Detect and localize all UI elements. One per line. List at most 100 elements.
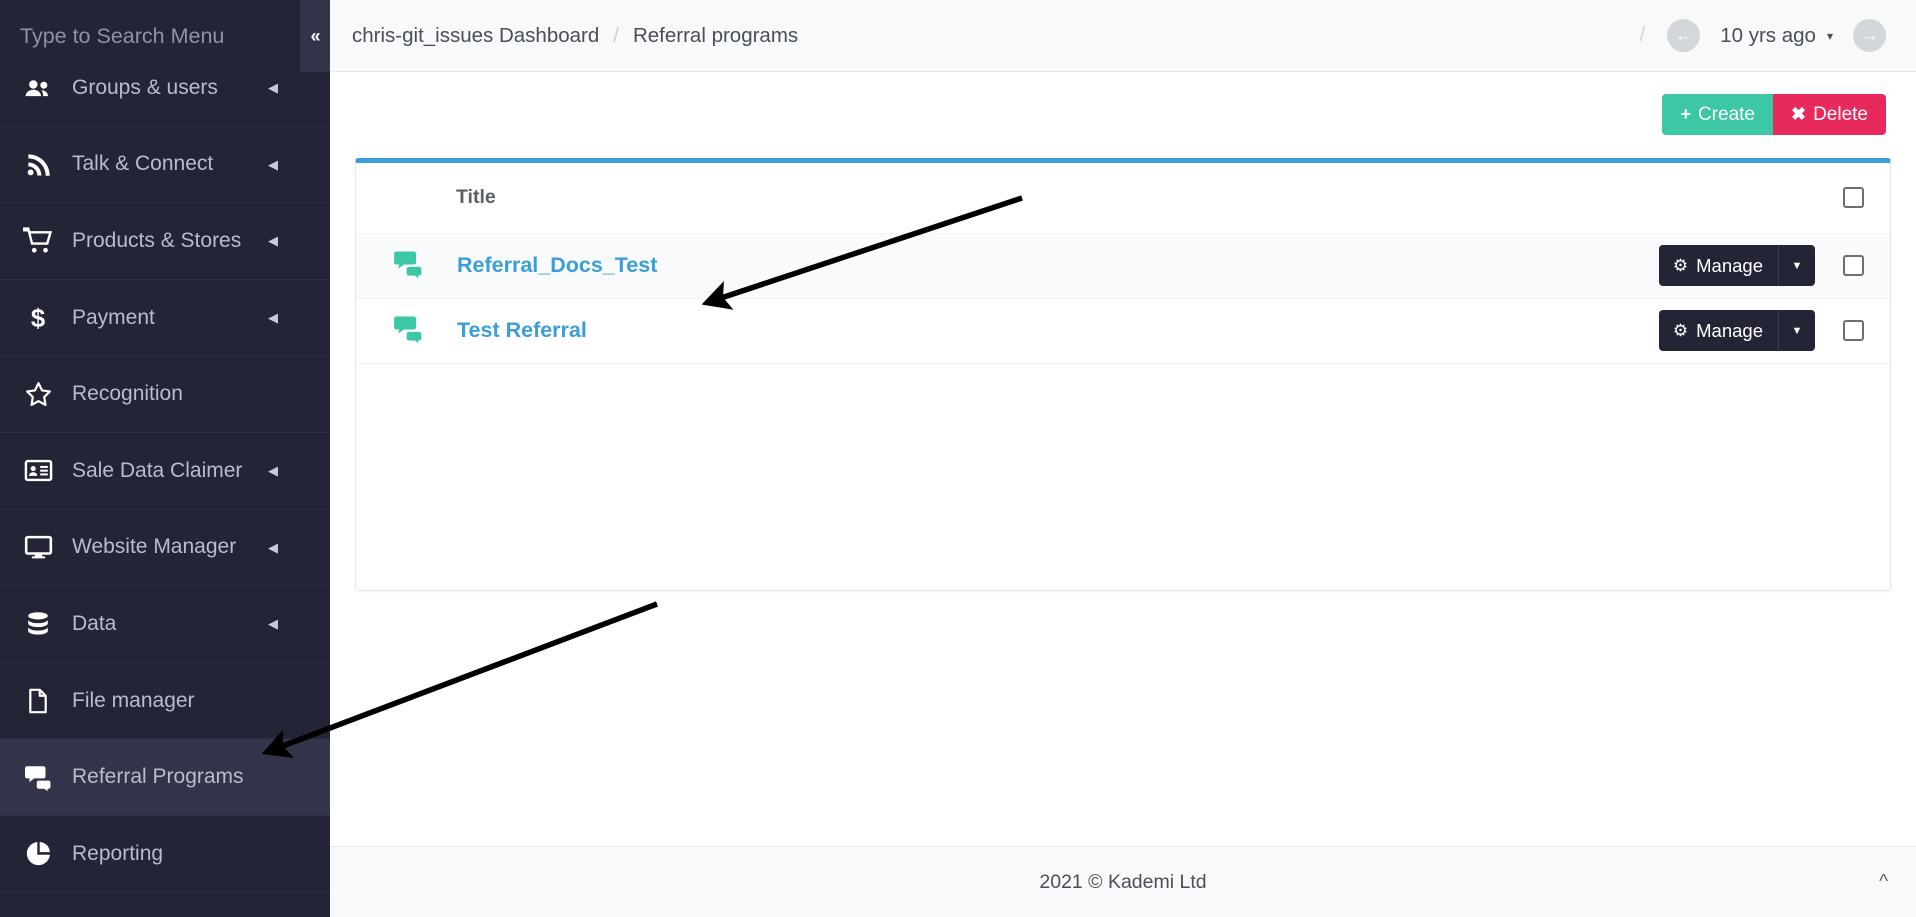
comments-icon xyxy=(392,251,424,286)
sidebar-collapse-button[interactable]: « xyxy=(300,0,330,72)
chevron-left-icon: ◀ xyxy=(268,539,278,555)
breadcrumb-separator: / xyxy=(613,23,619,47)
users-icon xyxy=(14,74,62,102)
breadcrumb-item-dashboard[interactable]: chris-git_issues Dashboard xyxy=(352,24,599,48)
chevron-left-icon: ◀ xyxy=(268,233,278,249)
topbar: chris-git_issues Dashboard / Referral pr… xyxy=(330,0,1916,72)
create-button[interactable]: + Create xyxy=(1662,94,1773,135)
sidebar-item-sale-data-claimer[interactable]: Sale Data Claimer ◀ xyxy=(0,432,330,510)
table-row[interactable]: Referral_Docs_Test ⚙ Manage ▼ xyxy=(356,233,1890,298)
chevron-up-icon[interactable]: ^ xyxy=(1879,873,1888,892)
arrow-right-circle-icon: → xyxy=(1860,25,1879,46)
row-title-link[interactable]: Test Referral xyxy=(457,318,587,342)
row-checkbox[interactable] xyxy=(1842,255,1864,276)
times-icon: ✖ xyxy=(1790,104,1807,124)
caret-down-icon: ▼ xyxy=(1791,259,1803,272)
sidebar-item-website-manager[interactable]: Website Manager ◀ xyxy=(0,509,330,587)
sidebar-item-label: Talk & Connect xyxy=(72,152,214,176)
pie-chart-icon xyxy=(14,839,62,868)
sidebar-item-groups-users[interactable]: Groups & users ◀ xyxy=(0,72,330,127)
sidebar-item-label: Referral Programs xyxy=(72,765,244,789)
table-row[interactable]: Test Referral ⚙ Manage ▼ xyxy=(356,298,1890,363)
desktop-icon xyxy=(14,533,62,562)
sidebar-menu-list: Groups & users ◀ Talk & Connect ◀ Produc… xyxy=(0,72,330,893)
double-chevron-left-icon: « xyxy=(310,25,320,46)
sidebar-item-label: Payment xyxy=(72,305,155,329)
row-action-cell: ⚙ Manage ▼ xyxy=(1626,298,1816,363)
th-title[interactable]: Title xyxy=(456,163,1626,233)
th-icon xyxy=(356,163,456,233)
date-range-label: 10 yrs ago xyxy=(1720,23,1816,47)
manage-button-group[interactable]: ⚙ Manage ▼ xyxy=(1658,245,1815,286)
sidebar-item-talk-connect[interactable]: Talk & Connect ◀ xyxy=(0,126,330,204)
search-input[interactable] xyxy=(20,23,280,49)
sidebar-item-recognition[interactable]: Recognition ◀ xyxy=(0,356,330,433)
breadcrumb: chris-git_issues Dashboard / Referral pr… xyxy=(352,24,798,48)
table-header-row: Title xyxy=(356,163,1890,233)
topbar-right-controls: / ← 10 yrs ago ▾ → xyxy=(1640,19,1886,52)
sidebar-item-products-stores[interactable]: Products & Stores ◀ xyxy=(0,203,330,280)
manage-button[interactable]: ⚙ Manage xyxy=(1659,245,1778,286)
arrow-left-circle-icon: ← xyxy=(1674,25,1694,46)
sidebar-item-reporting[interactable]: Reporting ◀ xyxy=(0,815,330,893)
manage-dropdown-toggle[interactable]: ▼ xyxy=(1778,310,1815,351)
referral-programs-card: Title Referral_Docs_Test ⚙ Manage ▼ Test… xyxy=(355,158,1891,591)
date-range-dropdown[interactable]: 10 yrs ago ▾ xyxy=(1720,24,1833,48)
sidebar-item-file-manager[interactable]: File manager ◀ xyxy=(0,662,330,740)
sidebar-search[interactable] xyxy=(0,0,300,72)
manage-dropdown-toggle[interactable]: ▼ xyxy=(1778,245,1815,286)
sidebar-item-label: Data xyxy=(72,611,117,635)
comments-icon xyxy=(14,762,62,792)
sidebar-item-label: Sale Data Claimer xyxy=(72,458,243,482)
select-all-checkbox[interactable] xyxy=(1842,187,1864,209)
row-comments-icon-cell xyxy=(356,233,456,298)
sidebar-item-referral-programs[interactable]: Referral Programs ◀ xyxy=(0,739,330,816)
create-button-label: Create xyxy=(1697,103,1755,125)
row-checkbox[interactable] xyxy=(1842,320,1864,341)
row-comments-icon-cell xyxy=(356,298,456,363)
main-content: + Create ✖ Delete Title Referral_Docs_Te… xyxy=(330,72,1916,846)
star-icon xyxy=(14,380,62,409)
sidebar-item-payment[interactable]: $ Payment ◀ xyxy=(0,279,330,357)
rss-icon xyxy=(14,151,62,178)
chevron-down-icon: ▾ xyxy=(1826,28,1833,43)
row-title-cell: Test Referral xyxy=(456,298,1626,363)
th-actions xyxy=(1626,163,1816,233)
sidebar-item-label: Reporting xyxy=(72,841,164,865)
manage-button[interactable]: ⚙ Manage xyxy=(1659,310,1778,351)
topbar-separator: / xyxy=(1639,24,1646,46)
app-root: « Groups & users ◀ xyxy=(0,0,1916,917)
referral-programs-table: Title Referral_Docs_Test ⚙ Manage ▼ Test… xyxy=(356,163,1890,364)
database-icon xyxy=(14,610,62,638)
sidebar-item-data[interactable]: Data ◀ xyxy=(0,586,330,663)
row-title-cell: Referral_Docs_Test xyxy=(456,233,1626,298)
sidebar-item-label: Recognition xyxy=(72,382,183,406)
sidebar-item-label: Groups & users xyxy=(72,75,218,99)
delete-button-label: Delete xyxy=(1813,103,1868,125)
delete-button[interactable]: ✖ Delete xyxy=(1772,94,1886,135)
chevron-left-icon: ◀ xyxy=(268,310,278,326)
gear-icon: ⚙ xyxy=(1672,255,1689,275)
sidebar-menu-scroll[interactable]: Groups & users ◀ Talk & Connect ◀ Produc… xyxy=(0,72,330,917)
row-select-cell xyxy=(1816,233,1890,298)
prev-period-button[interactable]: ← xyxy=(1667,19,1701,52)
manage-button-label: Manage xyxy=(1696,254,1763,276)
manage-button-group[interactable]: ⚙ Manage ▼ xyxy=(1658,310,1815,351)
th-select-all xyxy=(1816,163,1890,233)
chevron-left-icon: ◀ xyxy=(268,616,278,632)
dollar-icon: $ xyxy=(14,304,62,331)
table-body: Referral_Docs_Test ⚙ Manage ▼ Test Refer… xyxy=(356,233,1890,363)
caret-down-icon: ▼ xyxy=(1791,324,1803,337)
plus-icon: + xyxy=(1680,104,1691,124)
footer: 2021 © Kademi Ltd ^ xyxy=(330,846,1916,917)
row-action-cell: ⚙ Manage ▼ xyxy=(1626,233,1816,298)
shopping-cart-icon xyxy=(14,226,62,256)
footer-copyright: 2021 © Kademi Ltd xyxy=(1039,870,1207,893)
chevron-left-icon: ◀ xyxy=(268,463,278,479)
row-title-link[interactable]: Referral_Docs_Test xyxy=(457,253,657,277)
table-head: Title xyxy=(356,163,1890,233)
next-period-button[interactable]: → xyxy=(1853,19,1886,52)
sidebar: « Groups & users ◀ xyxy=(0,0,330,917)
comments-icon xyxy=(392,316,424,351)
action-button-group: + Create ✖ Delete xyxy=(1662,94,1886,135)
